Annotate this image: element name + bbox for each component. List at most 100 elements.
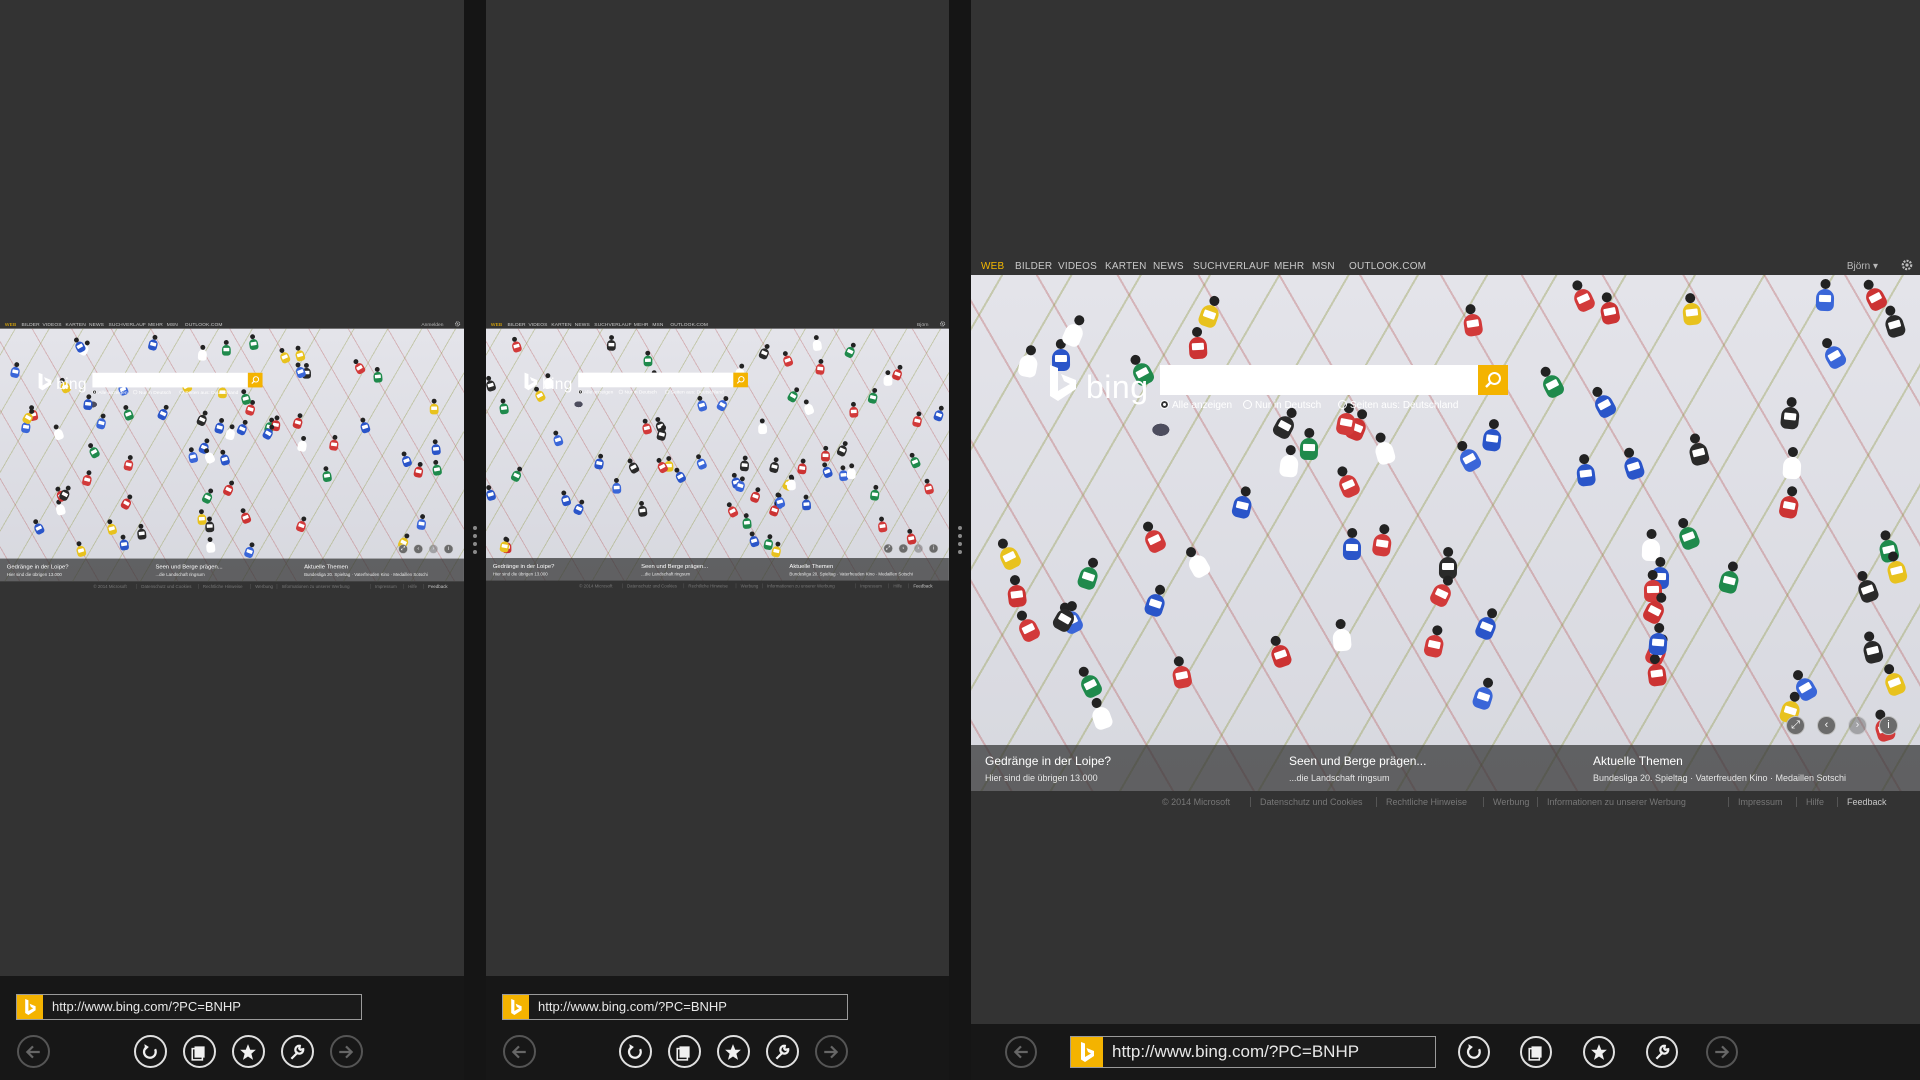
radio-nur-deutsch[interactable]: Nur in Deutsch — [132, 389, 171, 395]
nav-suchverlauf[interactable]: SUCHVERLAUF — [594, 322, 631, 327]
favorites-button[interactable] — [1583, 1036, 1615, 1068]
nav-web[interactable]: WEB — [5, 322, 16, 327]
nav-suchverlauf[interactable]: SUCHVERLAUF — [1193, 261, 1270, 272]
nav-bilder[interactable]: BILDER — [507, 322, 525, 327]
nav-outlook[interactable]: OUTLOOK.COM — [185, 322, 223, 327]
forward-button[interactable] — [1706, 1036, 1738, 1068]
nav-videos[interactable]: VIDEOS — [43, 322, 62, 327]
radio-seiten-deutschland[interactable]: Seiten aus: Deutschland — [179, 389, 238, 395]
caption-item[interactable]: Seen und Berge prägen... ...die Landschaf… — [1289, 754, 1589, 783]
nav-karten[interactable]: KARTEN — [66, 322, 86, 327]
caption-item[interactable]: Gedränge in der Loipe? Hier sind die übri… — [7, 563, 154, 577]
expand-icon[interactable]: ⤢ — [1786, 716, 1805, 735]
tabs-button[interactable] — [667, 1035, 701, 1068]
back-button[interactable] — [502, 1035, 536, 1068]
pane-divider-2[interactable] — [949, 0, 971, 1080]
caption-item[interactable]: Gedränge in der Loipe? Hier sind die übri… — [493, 562, 639, 576]
search-input[interactable] — [92, 372, 248, 388]
footer-impressum[interactable]: Impressum — [375, 584, 397, 589]
address-url[interactable]: http://www.bing.com/?PC=BNHP — [538, 995, 727, 1019]
caption-item[interactable]: Gedränge in der Loipe? Hier sind die übri… — [985, 754, 1285, 783]
nav-outlook[interactable]: OUTLOOK.COM — [1349, 261, 1426, 272]
footer-hilfe[interactable]: Hilfe — [893, 583, 902, 588]
caption-item[interactable]: Aktuelle Themen Bundesliga 20. Spieltag ·… — [1593, 754, 1893, 783]
expand-icon[interactable]: ⤢ — [398, 544, 408, 554]
footer-werbung[interactable]: Werbung — [255, 584, 273, 589]
nav-mehr[interactable]: MEHR — [1274, 261, 1304, 272]
nav-web[interactable]: WEB — [981, 261, 1004, 272]
radio-seiten-deutschland[interactable]: Seiten aus: Deutschland — [1338, 400, 1458, 411]
back-button[interactable] — [1005, 1036, 1037, 1068]
tools-button[interactable] — [1646, 1036, 1678, 1068]
caption-item[interactable]: Aktuelle Themen Bundesliga 20. Spieltag ·… — [789, 562, 935, 576]
expand-icon[interactable]: ⤢ — [883, 543, 893, 554]
footer-feedback[interactable]: Feedback — [428, 584, 447, 589]
footer-werbung-info[interactable]: Informationen zu unserer Werbung — [282, 584, 350, 589]
footer-impressum[interactable]: Impressum — [860, 583, 882, 588]
refresh-button[interactable] — [133, 1035, 167, 1068]
divider-grip[interactable] — [958, 526, 962, 558]
footer-werbung[interactable]: Werbung — [1493, 797, 1529, 807]
tools-button[interactable] — [280, 1035, 314, 1068]
divider-grip[interactable] — [473, 526, 477, 558]
radio-alle-anzeigen[interactable]: Alle anzeigen — [92, 389, 128, 395]
nav-msn[interactable]: MSN — [1312, 261, 1335, 272]
account-name[interactable]: Björn — [917, 322, 928, 327]
address-url[interactable]: http://www.bing.com/?PC=BNHP — [52, 995, 241, 1019]
search-button[interactable] — [247, 372, 263, 388]
previous-image-button[interactable]: ‹ — [898, 543, 908, 554]
info-icon[interactable]: i — [443, 544, 454, 554]
nav-karten[interactable]: KARTEN — [1105, 261, 1147, 272]
search-button[interactable] — [733, 372, 748, 388]
previous-image-button[interactable]: ‹ — [413, 544, 423, 554]
gear-icon[interactable] — [1900, 258, 1914, 272]
tabs-button[interactable] — [182, 1035, 216, 1068]
nav-web[interactable]: WEB — [491, 322, 502, 327]
nav-outlook[interactable]: OUTLOOK.COM — [670, 322, 708, 327]
nav-mehr[interactable]: MEHR — [148, 322, 163, 327]
favorites-button[interactable] — [716, 1035, 750, 1068]
footer-datenschutz[interactable]: Datenschutz und Cookies — [1260, 797, 1363, 807]
footer-datenschutz[interactable]: Datenschutz und Cookies — [141, 584, 191, 589]
address-url[interactable]: http://www.bing.com/?PC=BNHP — [1112, 1037, 1359, 1067]
gear-icon[interactable] — [454, 320, 461, 327]
nav-videos[interactable]: VIDEOS — [1058, 261, 1097, 272]
radio-seiten-deutschland[interactable]: Seiten aus: Deutschland — [665, 389, 724, 395]
tabs-button[interactable] — [1520, 1036, 1552, 1068]
forward-button[interactable] — [329, 1035, 363, 1068]
nav-msn[interactable]: MSN — [167, 322, 178, 327]
search-input[interactable] — [1160, 365, 1478, 395]
footer-rechtliche-hinweise[interactable]: Rechtliche Hinweise — [1386, 797, 1467, 807]
bing-logo[interactable]: bing — [1046, 363, 1156, 405]
radio-alle-anzeigen[interactable]: Alle anzeigen — [578, 389, 613, 395]
account-name[interactable]: Björn ▾ — [1847, 261, 1878, 272]
footer-werbung-info[interactable]: Informationen zu unserer Werbung — [767, 583, 835, 588]
gear-icon[interactable] — [939, 320, 946, 327]
footer-datenschutz[interactable]: Datenschutz und Cookies — [627, 583, 677, 588]
bing-logo[interactable]: bing — [523, 372, 577, 392]
back-button[interactable] — [16, 1035, 50, 1068]
next-image-button[interactable]: › — [428, 544, 439, 554]
nav-news[interactable]: NEWS — [575, 322, 590, 327]
address-bar[interactable]: http://www.bing.com/?PC=BNHP — [1070, 1036, 1436, 1068]
footer-rechtliche-hinweise[interactable]: Rechtliche Hinweise — [688, 583, 728, 588]
nav-msn[interactable]: MSN — [652, 322, 663, 327]
pane-divider-1[interactable] — [464, 0, 486, 1080]
nav-mehr[interactable]: MEHR — [634, 322, 649, 327]
nav-bilder[interactable]: BILDER — [22, 322, 40, 327]
info-icon[interactable]: i — [928, 543, 939, 554]
forward-button[interactable] — [814, 1035, 848, 1068]
address-bar[interactable]: http://www.bing.com/?PC=BNHP — [16, 994, 362, 1020]
tools-button[interactable] — [765, 1035, 799, 1068]
address-bar[interactable]: http://www.bing.com/?PC=BNHP — [502, 994, 848, 1020]
next-image-button[interactable]: › — [1848, 716, 1867, 735]
nav-bilder[interactable]: BILDER — [1015, 261, 1052, 272]
nav-karten[interactable]: KARTEN — [551, 322, 571, 327]
refresh-button[interactable] — [618, 1035, 652, 1068]
radio-nur-deutsch[interactable]: Nur in Deutsch — [1243, 400, 1321, 411]
nav-news[interactable]: NEWS — [89, 322, 104, 327]
footer-feedback[interactable]: Feedback — [1847, 797, 1887, 807]
previous-image-button[interactable]: ‹ — [1817, 716, 1836, 735]
next-image-button[interactable]: › — [913, 543, 924, 554]
bing-logo[interactable]: bing — [37, 372, 91, 392]
